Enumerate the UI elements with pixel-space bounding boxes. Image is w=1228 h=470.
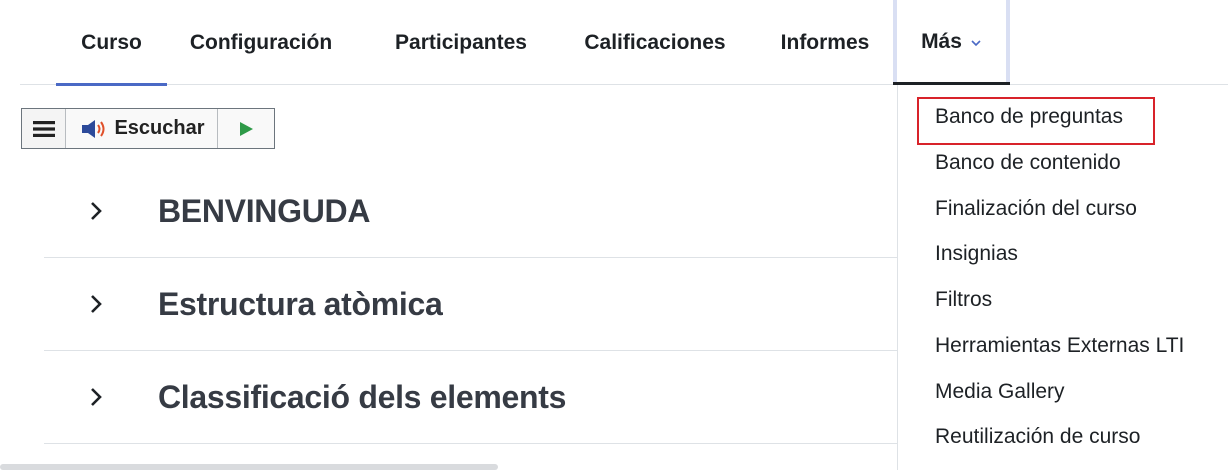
tab-configuracion[interactable]: Configuración [180, 0, 342, 85]
tab-participantes[interactable]: Participantes [380, 0, 542, 85]
tab-mas[interactable]: Más [893, 0, 1010, 85]
play-icon [240, 121, 253, 136]
chevron-right-icon[interactable] [84, 199, 108, 223]
menu-item-insignias[interactable]: Insignias [935, 242, 1018, 266]
tab-label: Más [921, 29, 962, 53]
chevron-right-icon[interactable] [84, 385, 108, 409]
tab-calificaciones[interactable]: Calificaciones [570, 0, 740, 85]
reader-menu-button[interactable] [22, 109, 66, 148]
readspeaker-toolbar: Escuchar [21, 108, 275, 149]
tab-label: Configuración [189, 30, 333, 54]
play-button[interactable] [218, 109, 274, 148]
course-section[interactable]: BENVINGUDA [44, 165, 898, 258]
menu-item-media-gallery[interactable]: Media Gallery [935, 380, 1065, 404]
menu-item-finalizacion-del-curso[interactable]: Finalización del curso [935, 197, 1137, 221]
listen-label: Escuchar [114, 117, 205, 139]
chevron-right-icon[interactable] [84, 292, 108, 316]
course-nav-tabs: Curso Configuración Participantes Califi… [20, 0, 1228, 86]
listen-button[interactable]: Escuchar [66, 109, 218, 148]
menu-item-filtros[interactable]: Filtros [935, 288, 992, 312]
menu-item-reutilizacion-de-curso[interactable]: Reutilización de curso [935, 425, 1140, 449]
tab-informes[interactable]: Informes [768, 0, 882, 85]
tab-label: Calificaciones [584, 30, 726, 54]
horizontal-scrollbar[interactable] [0, 464, 498, 470]
course-section[interactable]: Estructura atòmica [44, 258, 898, 351]
speaker-icon [82, 119, 105, 138]
section-title[interactable]: Estructura atòmica [158, 286, 443, 323]
tab-curso[interactable]: Curso [56, 0, 167, 86]
menu-item-herramientas-externas-lti[interactable]: Herramientas Externas LTI [935, 334, 1184, 358]
chevron-down-icon [971, 39, 981, 46]
course-section[interactable]: Classificació dels elements [44, 351, 898, 444]
more-dropdown-menu: Banco de preguntas Banco de contenido Fi… [897, 85, 1228, 470]
tab-label: Curso [81, 30, 142, 54]
section-title[interactable]: Classificació dels elements [158, 379, 566, 416]
menu-icon [32, 120, 55, 137]
section-title[interactable]: BENVINGUDA [158, 193, 370, 230]
menu-item-banco-de-contenido[interactable]: Banco de contenido [935, 151, 1121, 175]
menu-item-banco-de-preguntas[interactable]: Banco de preguntas [935, 105, 1123, 129]
tab-label: Informes [780, 30, 870, 54]
tab-label: Participantes [395, 30, 527, 54]
